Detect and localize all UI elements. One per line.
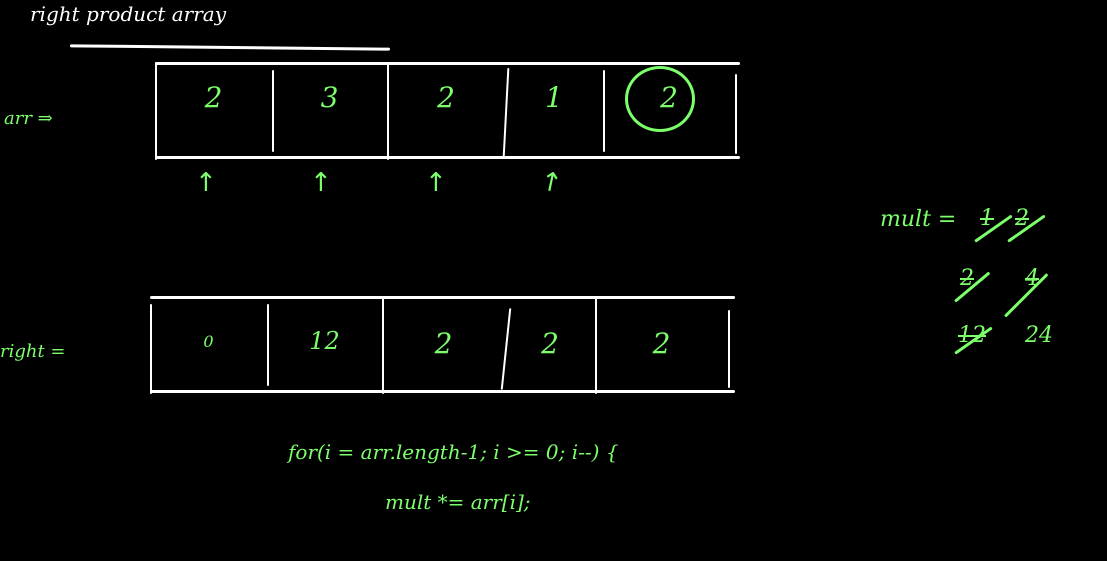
right-table: 0 12 2 2 2 xyxy=(150,296,735,394)
arr-cell-value: 2 xyxy=(204,80,223,114)
pointer-arrow: ↑ xyxy=(537,166,565,200)
right-cell-value: 12 xyxy=(309,327,340,355)
right-cell-value: 2 xyxy=(434,326,453,360)
mult-label: mult = xyxy=(880,207,957,232)
arr-cell-value: 1 xyxy=(545,80,563,114)
right-cell: 2 xyxy=(505,296,595,394)
right-cell: 12 xyxy=(267,296,382,394)
right-cell: 2 xyxy=(595,296,728,394)
mult-value-current: 24 xyxy=(1025,323,1053,348)
code-line-mult-update: mult *= arr[i]; xyxy=(385,490,531,514)
arr-cell: 2 xyxy=(155,62,272,160)
title-underline xyxy=(69,44,391,51)
right-cell: 0 xyxy=(150,296,267,394)
code-line-for-loop: for(i = arr.length-1; i >= 0; i--) { xyxy=(288,440,619,464)
arr-cell-value: 2 xyxy=(437,80,455,114)
pointer-arrow: ↑ xyxy=(310,168,332,198)
right-cell-value: 2 xyxy=(652,326,671,360)
arr-table: 2 3 2 1 2 xyxy=(155,62,740,160)
arr-label: arr ⇒ xyxy=(4,108,53,129)
arr-cell-highlight-circle xyxy=(625,66,695,132)
right-table-divider xyxy=(728,310,730,388)
right-label: right = xyxy=(0,341,66,362)
right-cell: 2 xyxy=(382,296,505,394)
arr-cell: 1 xyxy=(505,62,603,160)
pointer-arrow: ↑ xyxy=(425,168,447,198)
board-title: right product array xyxy=(30,2,226,26)
right-cell-value: 0 xyxy=(203,331,214,351)
arr-cell: 3 xyxy=(272,62,387,160)
arr-cell-value: 3 xyxy=(320,80,339,114)
right-cell-value: 2 xyxy=(541,326,559,360)
arr-cell: 2 xyxy=(387,62,505,160)
pointer-arrow: ↑ xyxy=(195,168,217,198)
arr-table-divider xyxy=(735,74,737,154)
